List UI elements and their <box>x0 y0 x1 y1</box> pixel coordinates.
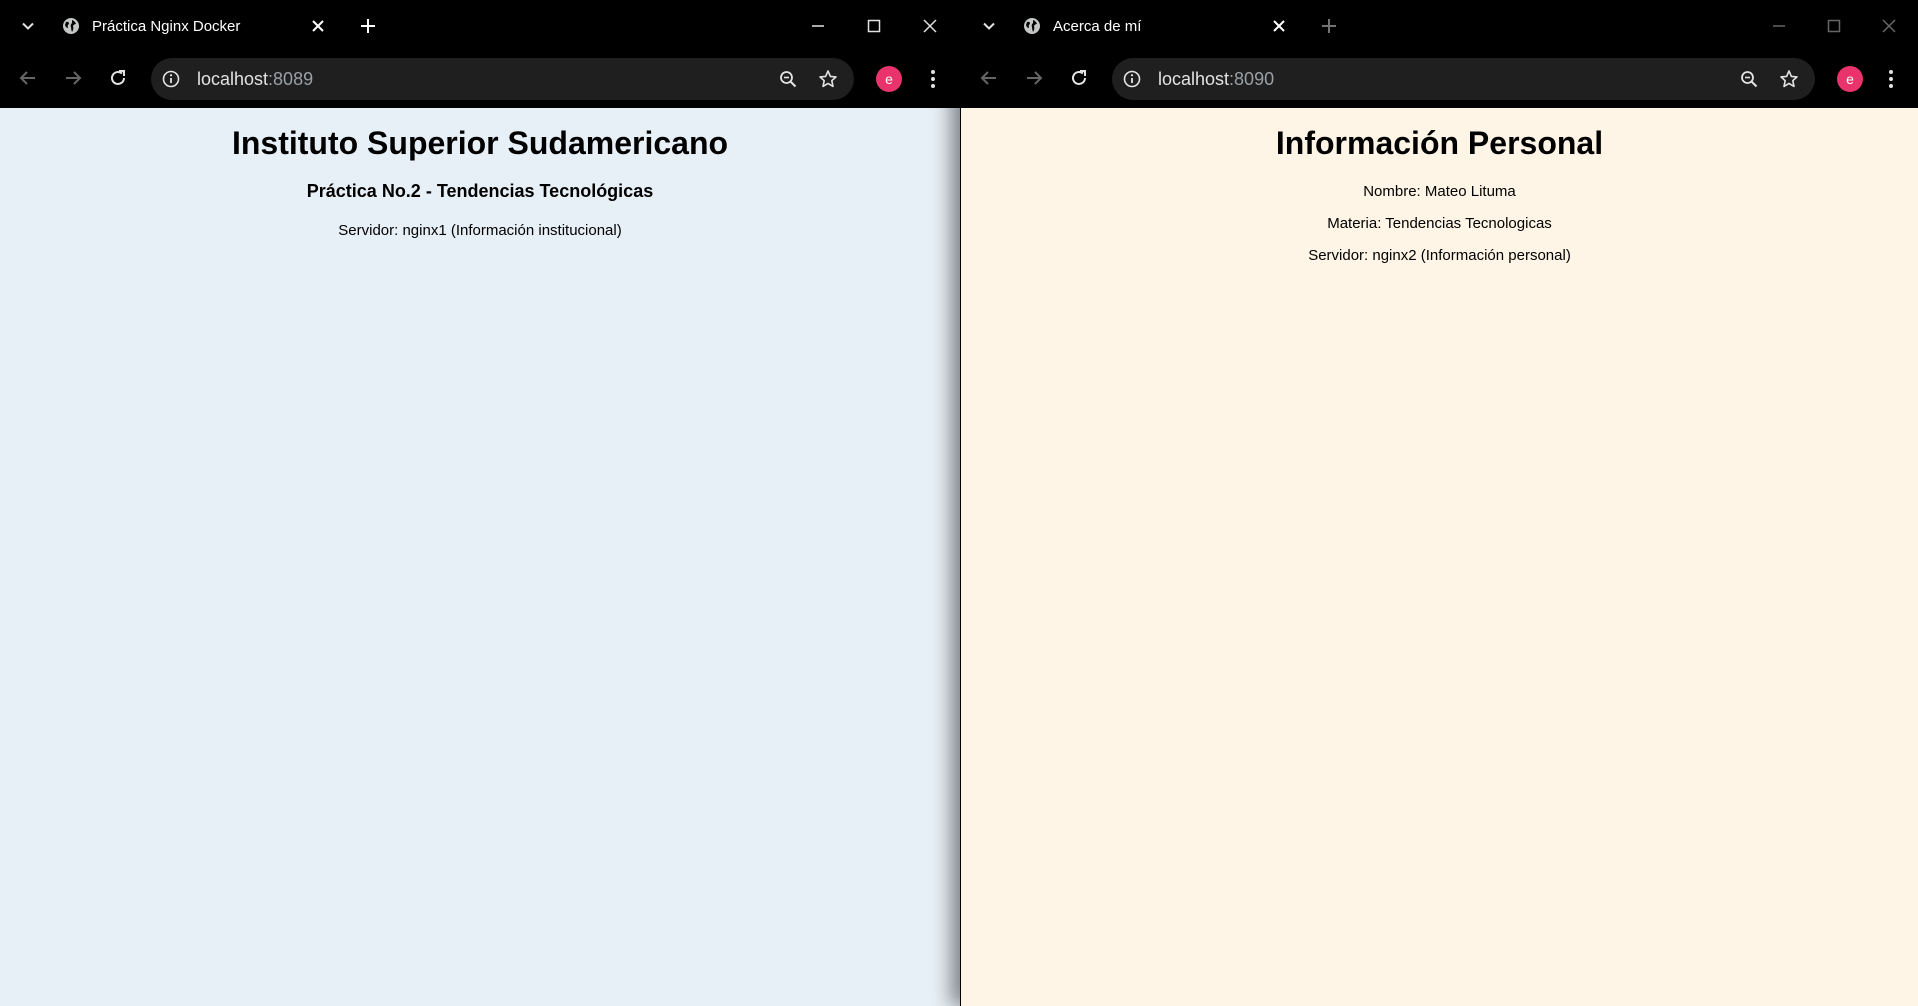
bookmark-button[interactable] <box>1777 67 1801 91</box>
url-port: :8090 <box>1229 69 1275 89</box>
reload-button[interactable] <box>1063 62 1095 94</box>
browser-toolbar: localhost:8089 e <box>0 52 960 108</box>
close-window-button[interactable] <box>914 10 946 42</box>
back-button[interactable] <box>12 62 44 94</box>
zoom-out-icon <box>1740 70 1758 88</box>
maximize-button[interactable] <box>858 10 890 42</box>
minimize-button[interactable] <box>1763 10 1795 42</box>
forward-button[interactable] <box>1018 62 1050 94</box>
new-tab-button[interactable] <box>1313 10 1345 42</box>
new-tab-button[interactable] <box>352 10 384 42</box>
star-icon <box>818 69 838 89</box>
maximize-button[interactable] <box>1818 10 1850 42</box>
server-line: Servidor: nginx2 (Información personal) <box>1308 247 1571 264</box>
close-icon <box>312 20 324 32</box>
site-info-button[interactable] <box>159 67 183 91</box>
address-bar[interactable]: localhost:8089 <box>151 58 854 100</box>
tab-close-button[interactable] <box>1267 14 1291 38</box>
kebab-menu-icon <box>1888 69 1894 89</box>
tab-title: Práctica Nginx Docker <box>92 17 241 35</box>
tab-active[interactable]: Práctica Nginx Docker <box>52 8 340 44</box>
minimize-icon <box>1772 19 1786 33</box>
menu-button[interactable] <box>1876 63 1906 95</box>
arrow-right-icon <box>1025 69 1043 87</box>
url-text[interactable]: localhost:8089 <box>197 69 313 90</box>
arrow-right-icon <box>64 69 82 87</box>
url-host: localhost <box>197 69 269 89</box>
close-icon <box>923 19 937 33</box>
close-window-button[interactable] <box>1873 10 1905 42</box>
zoom-button[interactable] <box>776 67 800 91</box>
plus-icon <box>360 18 376 34</box>
url-text[interactable]: localhost:8090 <box>1158 69 1274 90</box>
close-icon <box>1273 20 1285 32</box>
page-heading: Información Personal <box>1275 125 1604 161</box>
profile-avatar[interactable]: e <box>1837 66 1863 92</box>
page-viewport: Instituto Superior Sudamericano Práctica… <box>0 108 960 1006</box>
minimize-icon <box>811 19 825 33</box>
globe-icon <box>1023 17 1041 35</box>
tab-search-button[interactable] <box>14 12 42 40</box>
menu-button[interactable] <box>918 63 948 95</box>
chevron-down-icon <box>982 19 996 33</box>
tab-search-button[interactable] <box>975 12 1003 40</box>
zoom-out-icon <box>779 70 797 88</box>
forward-button[interactable] <box>57 62 89 94</box>
page-viewport: Información Personal Nombre: Mateo Litum… <box>961 108 1918 1006</box>
maximize-icon <box>867 19 881 33</box>
title-bar: Acerca de mí <box>961 0 1918 52</box>
reload-icon <box>1070 69 1088 87</box>
browser-window-left: Práctica Nginx Docker localhost:8089 e I… <box>0 0 960 1006</box>
info-icon <box>1123 70 1141 88</box>
tab-close-button[interactable] <box>306 14 330 38</box>
server-line: Servidor: nginx1 (Información institucio… <box>338 222 622 239</box>
page-subheading: Práctica No.2 - Tendencias Tecnológicas <box>306 181 654 201</box>
reload-button[interactable] <box>102 62 134 94</box>
url-host: localhost <box>1158 69 1230 89</box>
address-bar[interactable]: localhost:8090 <box>1112 58 1815 100</box>
arrow-left-icon <box>19 69 37 87</box>
page-heading: Instituto Superior Sudamericano <box>231 125 729 161</box>
tab-title: Acerca de mí <box>1053 17 1142 35</box>
minimize-button[interactable] <box>802 10 834 42</box>
profile-avatar[interactable]: e <box>876 66 902 92</box>
star-icon <box>1779 69 1799 89</box>
info-icon <box>162 70 180 88</box>
site-info-button[interactable] <box>1120 67 1144 91</box>
back-button[interactable] <box>973 62 1005 94</box>
plus-icon <box>1321 18 1337 34</box>
browser-window-right: Acerca de mí localhost:8090 e Informació… <box>961 0 1918 1006</box>
maximize-icon <box>1827 19 1841 33</box>
browser-toolbar: localhost:8090 e <box>961 52 1918 108</box>
zoom-button[interactable] <box>1737 67 1761 91</box>
close-icon <box>1882 19 1896 33</box>
kebab-menu-icon <box>930 69 936 89</box>
url-port: :8089 <box>268 69 314 89</box>
tab-active[interactable]: Acerca de mí <box>1013 8 1301 44</box>
arrow-left-icon <box>980 69 998 87</box>
globe-icon <box>62 17 80 35</box>
reload-icon <box>109 69 127 87</box>
name-line: Nombre: Mateo Lituma <box>1363 183 1516 200</box>
subject-line: Materia: Tendencias Tecnologicas <box>1327 215 1552 232</box>
chevron-down-icon <box>21 19 35 33</box>
title-bar: Práctica Nginx Docker <box>0 0 960 52</box>
bookmark-button[interactable] <box>816 67 840 91</box>
